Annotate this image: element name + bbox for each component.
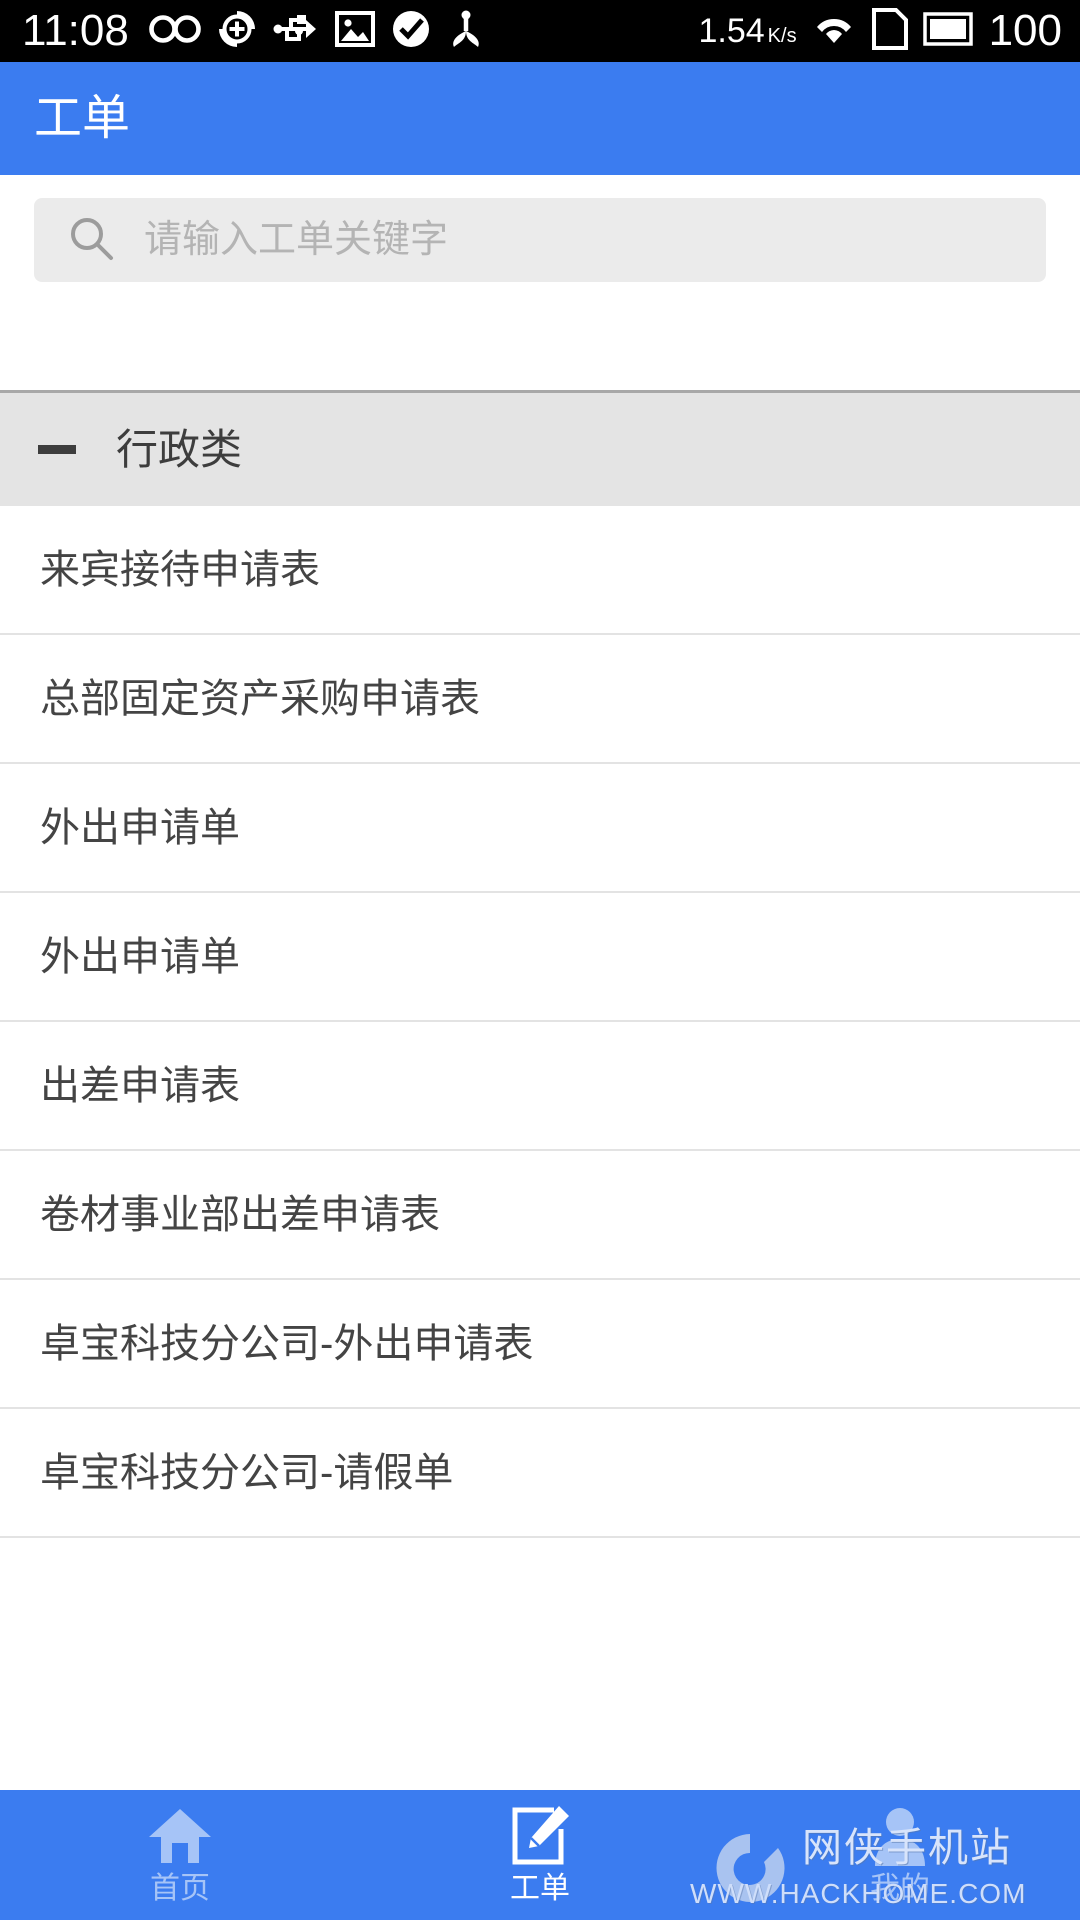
edit-document-icon <box>509 1806 571 1866</box>
nav-tab-home[interactable]: 首页 <box>0 1790 360 1920</box>
search-icon <box>66 213 116 268</box>
list-item-label: 外出申请单 <box>40 934 240 979</box>
battery-percent: 100 <box>988 6 1062 55</box>
bottom-navigation: 首页 工单 我的 <box>0 1790 1080 1920</box>
page-title: 工单 <box>34 91 131 145</box>
search-section: 请输入工单关键字 <box>0 175 1080 305</box>
bluetooth-share-icon <box>447 9 485 54</box>
status-bar-right-group: 1.54 K/s 100 <box>698 7 1062 56</box>
nav-tab-workorder[interactable]: 工单 <box>360 1790 720 1920</box>
minus-icon[interactable] <box>38 445 76 454</box>
status-bar-icon-group <box>149 9 485 54</box>
nav-tab-workorder-label: 工单 <box>510 1872 570 1905</box>
list-item-label: 出差申请表 <box>40 1063 240 1108</box>
list-item-label: 总部固定资产采购申请表 <box>40 676 480 721</box>
list-item-label: 来宾接待申请表 <box>40 547 320 592</box>
group-header-administrative[interactable]: 行政类 <box>0 390 1080 506</box>
list-item[interactable]: 卷材事业部出差申请表 <box>0 1151 1080 1280</box>
work-order-list[interactable]: 行政类 来宾接待申请表 总部固定资产采购申请表 外出申请单 外出申请单 出差申请… <box>0 305 1080 1790</box>
list-item-label: 卓宝科技分公司-请假单 <box>40 1450 454 1495</box>
person-icon <box>871 1806 929 1866</box>
list-item[interactable]: 来宾接待申请表 <box>0 506 1080 635</box>
sim-card-icon <box>871 7 909 56</box>
nav-tab-home-label: 首页 <box>150 1872 210 1905</box>
list-item[interactable]: 出差申请表 <box>0 1022 1080 1151</box>
check-circle-icon <box>391 9 431 54</box>
usb-icon <box>273 12 319 51</box>
list-item[interactable]: 卓宝科技分公司-外出申请表 <box>0 1280 1080 1409</box>
list-top-gap <box>0 305 1080 390</box>
nav-tab-profile[interactable]: 我的 <box>720 1790 1080 1920</box>
nav-tab-profile-label: 我的 <box>870 1872 930 1905</box>
active-tab-indicator <box>322 1766 612 1790</box>
list-item[interactable]: 外出申请单 <box>0 893 1080 1022</box>
list-item-label: 外出申请单 <box>40 805 240 850</box>
battery-icon <box>922 11 975 52</box>
search-input[interactable]: 请输入工单关键字 <box>34 198 1046 282</box>
network-speed: 1.54 K/s <box>698 14 796 48</box>
status-bar: 11:08 1.54 K/s 100 <box>0 0 1080 62</box>
wifi-icon <box>811 10 857 53</box>
search-placeholder: 请输入工单关键字 <box>144 219 449 261</box>
list-item-label: 卷材事业部出差申请表 <box>40 1192 440 1237</box>
status-clock: 11:08 <box>22 6 129 55</box>
home-icon <box>147 1806 213 1866</box>
list-item-label: 卓宝科技分公司-外出申请表 <box>40 1321 534 1366</box>
list-item[interactable]: 卓宝科技分公司-请假单 <box>0 1409 1080 1538</box>
image-icon <box>334 10 375 52</box>
network-speed-value: 1.54 <box>698 12 765 50</box>
group-title: 行政类 <box>116 425 243 473</box>
list-item[interactable]: 总部固定资产采购申请表 <box>0 635 1080 764</box>
sync-add-icon <box>217 9 257 54</box>
network-speed-unit: K/s <box>767 25 797 47</box>
list-item[interactable]: 外出申请单 <box>0 764 1080 893</box>
infinity-icon <box>149 12 201 51</box>
app-bar: 工单 <box>0 62 1080 175</box>
